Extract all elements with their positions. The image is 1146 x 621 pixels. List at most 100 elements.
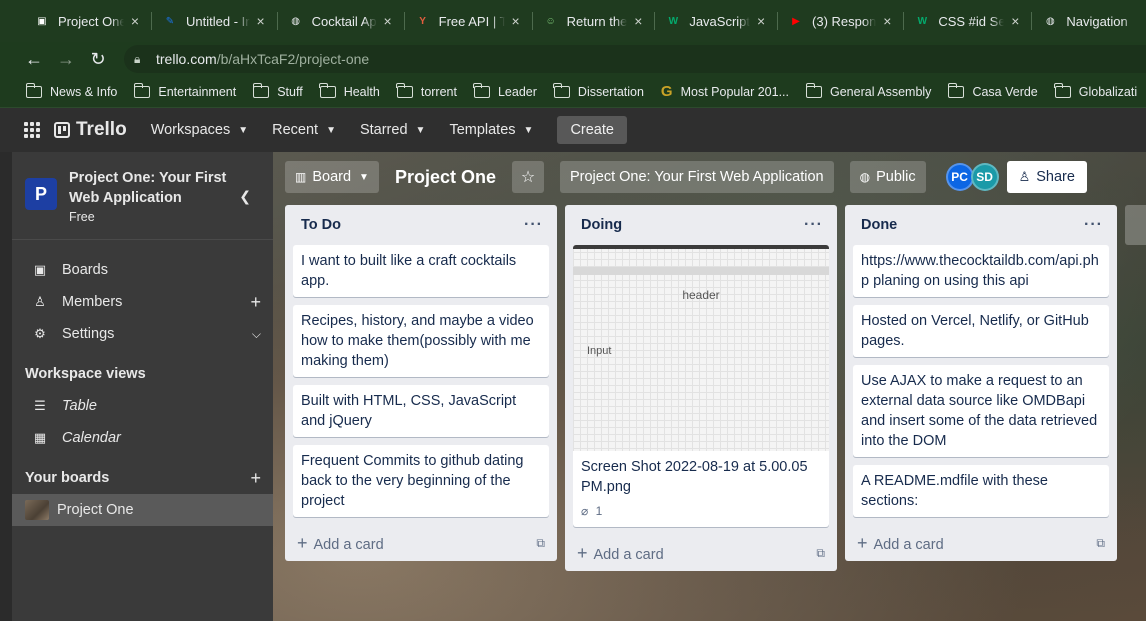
board-view-label: Board xyxy=(312,169,352,185)
sidebar-item-members[interactable]: ♙ Members + xyxy=(12,286,273,318)
close-icon[interactable]: × xyxy=(381,13,395,29)
browser-tab[interactable]: W CSS #id Se × xyxy=(904,0,1033,42)
menu-workspaces[interactable]: Workspaces ▼ xyxy=(151,122,248,138)
board-title[interactable]: Project One xyxy=(395,167,496,188)
browser-tab-title: (3) Respon xyxy=(812,13,877,29)
share-button[interactable]: ♙ Share xyxy=(1006,161,1087,193)
bookmark-item[interactable]: torrent xyxy=(396,82,457,99)
browser-tab[interactable]: ▶ (3) Respon × xyxy=(778,0,905,42)
close-icon[interactable]: × xyxy=(128,13,142,29)
card[interactable]: Frequent Commits to github dating back t… xyxy=(293,445,549,517)
sidebar-item-boards[interactable]: ▣ Boards xyxy=(12,254,273,286)
sidebar-item-calendar[interactable]: ▦ Calendar xyxy=(12,422,273,454)
close-icon[interactable]: × xyxy=(254,13,268,29)
add-board-icon[interactable]: + xyxy=(250,468,261,489)
card-template-icon[interactable]: ⧉ xyxy=(536,536,545,551)
card-template-icon[interactable]: ⧉ xyxy=(816,546,825,561)
board-view-switcher[interactable]: ▥ Board ▼ xyxy=(285,161,379,193)
w3-icon: W xyxy=(668,15,679,27)
browser-tab[interactable]: Y Free API | T × xyxy=(405,0,533,42)
more-icon[interactable]: ··· xyxy=(524,216,543,234)
bookmark-item[interactable]: Entertainment xyxy=(133,82,236,99)
workspace-plan: Free xyxy=(69,210,95,224)
chevron-down-icon[interactable]: ⌵ xyxy=(252,327,261,342)
bookmark-item[interactable]: Dissertation xyxy=(553,82,644,99)
bookmark-item[interactable]: G Most Popular 201... xyxy=(661,83,789,100)
bookmark-label: Globalizati xyxy=(1078,84,1138,99)
browser-tab[interactable]: ◍ Cocktail Ap × xyxy=(278,0,405,42)
folder-icon xyxy=(473,82,490,98)
add-card-button[interactable]: Add a card xyxy=(297,533,384,554)
bookmark-item[interactable]: Leader xyxy=(473,82,537,99)
card[interactable]: I want to built like a craft cocktails a… xyxy=(293,245,549,297)
list-header: To Do ··· xyxy=(285,205,557,245)
add-card-button[interactable]: Add a card xyxy=(577,543,664,564)
close-icon[interactable]: × xyxy=(880,13,894,29)
star-icon[interactable]: ☆ xyxy=(511,161,544,193)
app-switcher-icon[interactable] xyxy=(24,122,40,138)
close-icon[interactable]: × xyxy=(754,13,768,29)
card[interactable]: Recipes, history, and maybe a video how … xyxy=(293,305,549,377)
bookmark-item[interactable]: Casa Verde xyxy=(947,82,1038,99)
add-card-button[interactable]: Add a card xyxy=(857,533,944,554)
reload-icon[interactable]: ↻ xyxy=(82,49,114,70)
browser-tab-title: Cocktail Ap xyxy=(311,13,377,29)
bookmark-item[interactable]: News & Info xyxy=(25,82,117,99)
workspace-name[interactable]: Project One: Your First Web Application xyxy=(69,168,239,208)
card-template-icon[interactable]: ⧉ xyxy=(1096,536,1105,551)
card[interactable]: Built with HTML, CSS, JavaScript and jQu… xyxy=(293,385,549,437)
card[interactable]: https://www.thecocktaildb.com/api.php pl… xyxy=(853,245,1109,297)
card[interactable]: Use AJAX to make a request to an externa… xyxy=(853,365,1109,457)
visibility-button[interactable]: ◍ Public xyxy=(849,161,926,193)
list-title[interactable]: Done xyxy=(861,217,897,233)
add-member-icon[interactable]: + xyxy=(250,292,261,313)
bookmark-item[interactable]: Stuff xyxy=(252,82,303,99)
cocktail-icon: Y xyxy=(419,15,426,27)
member-avatar[interactable]: SD xyxy=(970,163,999,191)
menu-recent[interactable]: Recent ▼ xyxy=(272,122,336,138)
collapse-sidebar-icon[interactable]: ❮ xyxy=(239,188,251,205)
forward-icon[interactable]: → xyxy=(50,49,82,70)
bookmark-label: Casa Verde xyxy=(972,84,1038,99)
sidebar-board-project-one[interactable]: Project One xyxy=(12,494,273,526)
browser-tab[interactable]: ✎ Untitled - Ir × xyxy=(152,0,278,42)
list-title[interactable]: To Do xyxy=(301,217,341,233)
menu-templates[interactable]: Templates ▼ xyxy=(449,122,533,138)
card-with-cover[interactable]: header Input Screen Shot 2022-08-19 at 5… xyxy=(573,245,829,527)
create-button[interactable]: Create xyxy=(557,116,627,144)
globe-icon: ◍ xyxy=(859,170,871,184)
close-icon[interactable]: × xyxy=(631,13,645,29)
more-icon[interactable]: ··· xyxy=(804,216,823,234)
address-bar[interactable]: 🔒︎ trello.com/b/aHxTcaF2/project-one xyxy=(124,45,1146,73)
add-list-button[interactable] xyxy=(1125,205,1146,245)
sidebar-item-table[interactable]: ☰ Table xyxy=(12,390,273,422)
browser-tab[interactable]: W JavaScript × xyxy=(655,0,778,42)
list-footer: Add a card ⧉ xyxy=(565,535,837,571)
browser-tab[interactable]: ▣ Project One × xyxy=(24,0,152,42)
browser-tab[interactable]: ◍ Navigation xyxy=(1032,0,1146,42)
member-avatar[interactable]: PC xyxy=(945,163,974,191)
menu-label: Starred xyxy=(359,122,408,138)
card[interactable]: A README.mdfile with these sections: xyxy=(853,465,1109,517)
card[interactable]: Hosted on Vercel, Netlify, or GitHub pag… xyxy=(853,305,1109,357)
close-icon[interactable]: × xyxy=(509,13,523,29)
sidebar-item-label: Table xyxy=(62,398,97,414)
list-title[interactable]: Doing xyxy=(581,217,622,233)
folder-icon xyxy=(396,82,413,98)
browser-tab[interactable]: ☺ Return the × xyxy=(533,0,656,42)
bookmark-item[interactable]: Globalizati xyxy=(1054,82,1138,99)
more-icon[interactable]: ··· xyxy=(1084,216,1103,234)
close-icon[interactable]: × xyxy=(1008,13,1022,29)
bookmark-item[interactable]: Health xyxy=(319,82,380,99)
sidebar-item-settings[interactable]: ⚙ Settings ⌵ xyxy=(12,318,273,350)
menu-starred[interactable]: Starred ▼ xyxy=(360,122,425,138)
bookmark-item[interactable]: General Assembly xyxy=(805,82,931,99)
url-path: /b/aHxTcaF2/project-one xyxy=(216,51,370,67)
trello-logo[interactable]: Trello xyxy=(54,119,127,141)
workspace-avatar[interactable]: P xyxy=(25,178,57,210)
board-members: PC SD xyxy=(945,163,999,191)
your-boards-heading: Your boards + xyxy=(12,462,273,494)
cover-heading: header xyxy=(682,288,720,302)
back-icon[interactable]: ← xyxy=(18,49,50,70)
workspace-button[interactable]: Project One: Your First Web Application xyxy=(559,161,834,193)
